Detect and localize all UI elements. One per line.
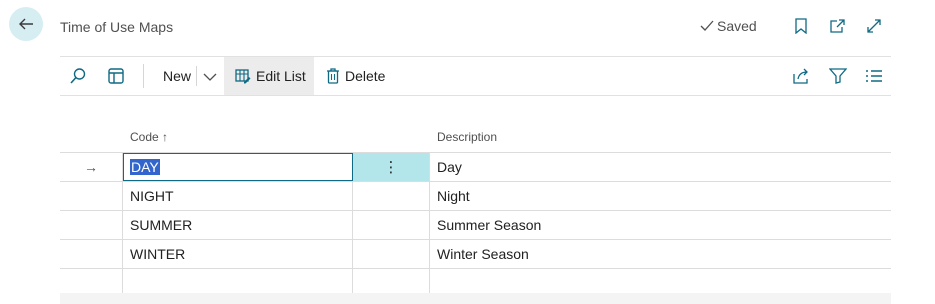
bookmark-icon [795, 18, 807, 34]
code-header-label: Code [130, 130, 159, 144]
trash-icon [327, 68, 339, 84]
toolbar-separator [143, 64, 144, 88]
arrow-left-icon [19, 18, 33, 30]
new-button[interactable]: New [163, 68, 191, 84]
open-in-new-window-icon [829, 19, 845, 33]
grid-footer [60, 293, 891, 304]
code-value: DAY [130, 159, 160, 175]
edit-list-label: Edit List [256, 68, 306, 84]
row-selector[interactable]: → [60, 153, 123, 181]
share-icon [793, 68, 808, 84]
layout-panel-icon [108, 68, 124, 84]
table-row[interactable]: WINTER Winter Season [60, 240, 891, 269]
new-dropdown-button[interactable] [201, 68, 219, 86]
bookmark-button[interactable] [792, 17, 810, 35]
column-header-code[interactable]: Code ↑ [130, 130, 168, 144]
search-icon [70, 68, 86, 84]
back-button[interactable] [9, 7, 43, 41]
saved-label: Saved [717, 18, 757, 34]
list-icon [866, 70, 882, 82]
saved-status: Saved [699, 18, 757, 34]
page-title: Time of Use Maps [60, 19, 174, 35]
table-row[interactable]: SUMMER Summer Season [60, 211, 891, 240]
new-split-separator [196, 66, 197, 86]
open-new-window-button[interactable] [828, 17, 846, 35]
more-options-icon: ⋮ [383, 159, 399, 176]
arrow-right-icon: → [84, 159, 98, 175]
row-selector[interactable] [60, 240, 123, 268]
delete-button[interactable]: Delete [326, 57, 385, 95]
delete-label: Delete [345, 68, 386, 84]
table-row[interactable]: → DAY ⋮ Day [60, 152, 891, 182]
row-actions-cell[interactable] [353, 182, 430, 210]
edit-list-button[interactable]: Edit List [224, 57, 314, 95]
expand-icon [867, 19, 881, 33]
data-grid: → DAY ⋮ Day NIGHT Night SUMMER Summer Se… [60, 152, 891, 298]
share-button[interactable] [791, 66, 811, 86]
edit-list-icon [235, 69, 251, 84]
row-selector[interactable] [60, 211, 123, 239]
code-cell[interactable]: SUMMER [123, 211, 353, 239]
filter-button[interactable] [828, 66, 848, 86]
description-cell[interactable]: Day [430, 153, 891, 181]
toolbar-divider [60, 95, 891, 96]
row-actions-cell[interactable] [353, 211, 430, 239]
column-header-description[interactable]: Description [437, 130, 497, 144]
row-actions-cell[interactable] [353, 240, 430, 268]
code-cell[interactable]: NIGHT [123, 182, 353, 210]
view-layout-button[interactable] [106, 66, 126, 86]
list-view-button[interactable] [864, 66, 884, 86]
search-button[interactable] [68, 66, 88, 86]
expand-button[interactable] [865, 17, 883, 35]
description-cell[interactable]: Night [430, 182, 891, 210]
header-divider [60, 56, 891, 57]
description-cell[interactable]: Summer Season [430, 211, 891, 239]
table-row[interactable]: NIGHT Night [60, 182, 891, 211]
row-actions-button[interactable]: ⋮ [353, 153, 430, 181]
code-field[interactable]: DAY [123, 153, 353, 181]
filter-icon [829, 68, 847, 84]
code-cell[interactable]: WINTER [123, 240, 353, 268]
description-cell[interactable]: Winter Season [430, 240, 891, 268]
row-selector[interactable] [60, 182, 123, 210]
sort-ascending-icon: ↑ [162, 130, 169, 144]
check-icon [700, 20, 714, 31]
chevron-down-icon [203, 73, 217, 81]
